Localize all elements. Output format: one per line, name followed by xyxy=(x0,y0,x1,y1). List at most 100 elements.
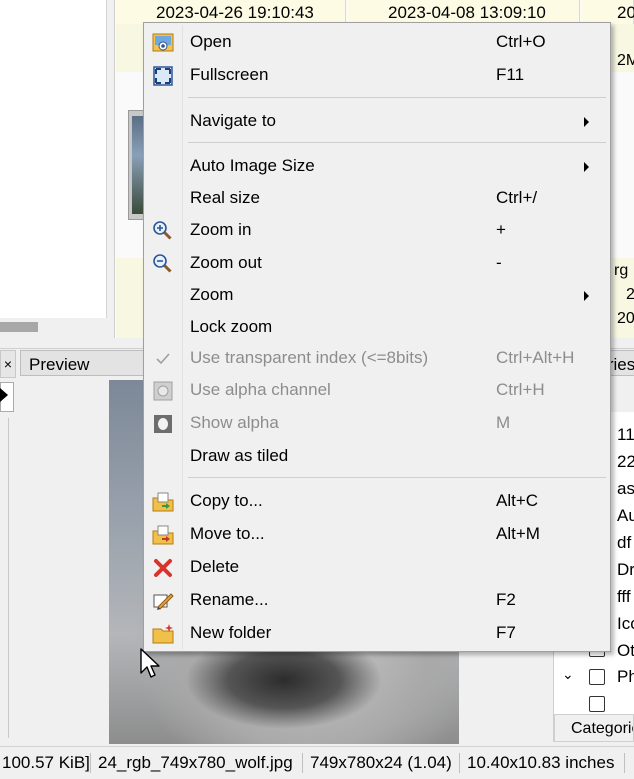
menu-item-shortcut: F7 xyxy=(496,623,516,642)
zoom-out-icon xyxy=(152,253,174,275)
category-label[interactable]: Au xyxy=(617,506,634,526)
menu-item-shortcut: Ctrl+/ xyxy=(496,188,538,207)
copy-to-folder-icon xyxy=(152,491,174,513)
menu-item-copy-to[interactable]: Copy to... Alt+C xyxy=(144,486,610,516)
menu-item-label: Use alpha channel xyxy=(190,380,331,399)
new-folder-icon xyxy=(152,623,174,645)
menu-item-label: Navigate to xyxy=(190,111,276,130)
thumbnail-meta-text: 2 xyxy=(626,286,634,303)
menu-item-label: Real size xyxy=(190,188,260,207)
menu-item-label: Copy to... xyxy=(190,491,263,510)
status-bar: 100.57 KiB] 24_rgb_749x780_wolf.jpg 749x… xyxy=(0,746,634,776)
category-label[interactable]: Ph xyxy=(617,667,634,687)
menu-separator xyxy=(188,97,606,98)
category-label[interactable]: df xyxy=(617,533,631,553)
category-label[interactable]: Dr xyxy=(617,560,634,580)
status-divider xyxy=(302,753,303,773)
menu-item-label: Zoom xyxy=(190,285,234,304)
menu-item-shortcut: - xyxy=(496,253,502,272)
category-label[interactable]: 22 xyxy=(617,452,634,472)
menu-item-use-transparent-index-8bits: Use transparent index (<=8bits) Ctrl+Alt+… xyxy=(144,343,610,373)
category-checkbox[interactable] xyxy=(589,696,605,712)
menu-item-zoom-in[interactable]: Zoom in + xyxy=(144,215,610,245)
menu-item-draw-as-tiled[interactable]: Draw as tiled xyxy=(144,441,610,471)
menu-item-label: Open xyxy=(190,32,232,51)
submenu-arrow-icon xyxy=(584,162,589,172)
thumbnail-date: 20 xyxy=(582,0,634,24)
menu-item-shortcut: F2 xyxy=(496,590,516,609)
menu-item-label: New folder xyxy=(190,623,272,642)
close-panel-button[interactable]: × xyxy=(0,350,16,378)
tab-categories[interactable]: Categories xyxy=(610,350,634,376)
menu-item-label: Use transparent index (<=8bits) xyxy=(190,348,429,367)
thumbnail-date: 2023-04-26 19:10:43 xyxy=(116,0,346,24)
category-label[interactable]: 11 xyxy=(617,425,634,445)
folder-tree-panel[interactable] xyxy=(0,0,107,318)
submenu-arrow-icon xyxy=(584,291,589,301)
menu-item-shortcut: Ctrl+O xyxy=(496,32,546,51)
category-checkbox[interactable] xyxy=(589,669,605,685)
submenu-arrow-icon xyxy=(584,117,589,127)
rename-pencil-icon xyxy=(152,590,174,612)
zoom-in-icon xyxy=(152,220,174,242)
menu-item-shortcut: Alt+M xyxy=(496,524,540,543)
play-arrow-icon[interactable] xyxy=(0,388,8,402)
menu-item-open[interactable]: Open Ctrl+O xyxy=(144,27,610,57)
expand-chevron-icon[interactable]: ⌄ xyxy=(562,666,574,683)
menu-item-label: Draw as tiled xyxy=(190,446,289,465)
mouse-pointer-icon xyxy=(140,648,160,678)
menu-item-lock-zoom[interactable]: Lock zoom xyxy=(144,312,610,342)
category-label[interactable]: fff xyxy=(617,587,631,607)
thumbnail-date-text: 20 xyxy=(617,310,634,327)
menu-item-move-to[interactable]: Move to... Alt+M xyxy=(144,519,610,549)
menu-separator xyxy=(188,142,606,143)
menu-item-label: Rename... xyxy=(190,590,269,609)
status-dimensions: 749x780x24 (1.04) xyxy=(310,753,452,772)
menu-item-use-alpha-channel: Use alpha channel Ctrl+H xyxy=(144,375,610,405)
left-side-panel xyxy=(0,380,16,740)
menu-item-label: Zoom in xyxy=(190,220,252,239)
menu-item-rename[interactable]: Rename... F2 xyxy=(144,585,610,615)
menu-item-zoom[interactable]: Zoom xyxy=(144,280,610,310)
menu-item-zoom-out[interactable]: Zoom out - xyxy=(144,248,610,278)
category-label[interactable]: as xyxy=(617,479,634,499)
menu-item-shortcut: M xyxy=(496,413,511,432)
delete-x-icon xyxy=(152,557,174,579)
menu-separator xyxy=(188,477,606,478)
category-label[interactable]: Ot xyxy=(617,641,634,661)
thumbnail-name-text: rg xyxy=(614,262,629,279)
alpha-channel-icon xyxy=(152,380,174,402)
open-image-icon xyxy=(152,32,174,54)
menu-item-show-alpha: Show alpha M xyxy=(144,408,610,438)
menu-item-label: Auto Image Size xyxy=(190,156,315,175)
menu-item-label: Zoom out xyxy=(190,253,262,272)
menu-item-new-folder[interactable]: New folder F7 xyxy=(144,618,610,648)
scrollbar-thumb[interactable] xyxy=(0,322,38,332)
menu-item-label: Show alpha xyxy=(190,413,279,432)
menu-item-shortcut: Alt+C xyxy=(496,491,539,510)
tab-categories-label: Categories xyxy=(611,355,634,374)
menu-item-delete[interactable]: Delete xyxy=(144,552,610,582)
menu-item-label: Delete xyxy=(190,557,240,576)
status-divider xyxy=(624,753,625,773)
tab-categories-bottom[interactable]: Categories xyxy=(554,714,634,742)
menu-item-label: Lock zoom xyxy=(190,317,273,336)
status-divider xyxy=(90,753,91,773)
fullscreen-icon xyxy=(152,65,174,87)
menu-item-navigate-to[interactable]: Navigate to xyxy=(144,106,610,136)
menu-item-shortcut: F11 xyxy=(496,65,525,84)
category-label[interactable]: Ico xyxy=(617,614,634,634)
menu-item-real-size[interactable]: Real size Ctrl+/ xyxy=(144,183,610,213)
thumbnail-date-text: 20 xyxy=(617,3,634,22)
menu-item-shortcut: Ctrl+H xyxy=(496,380,545,399)
menu-item-label: Fullscreen xyxy=(190,65,269,84)
status-file-size: 100.57 KiB] xyxy=(2,753,90,772)
menu-item-fullscreen[interactable]: Fullscreen F11 xyxy=(144,60,610,90)
status-print-size: 10.40x10.83 inches xyxy=(467,753,615,772)
move-to-folder-icon xyxy=(152,524,174,546)
thumbnail-date: 2023-04-08 13:09:10 xyxy=(348,0,580,24)
menu-item-auto-image-size[interactable]: Auto Image Size xyxy=(144,151,610,181)
context-menu: Open Ctrl+O Fullscreen F11 Navigate to Auto I… xyxy=(143,22,611,652)
menu-item-label: Move to... xyxy=(190,524,265,543)
tab-preview[interactable]: Preview xyxy=(20,350,150,376)
